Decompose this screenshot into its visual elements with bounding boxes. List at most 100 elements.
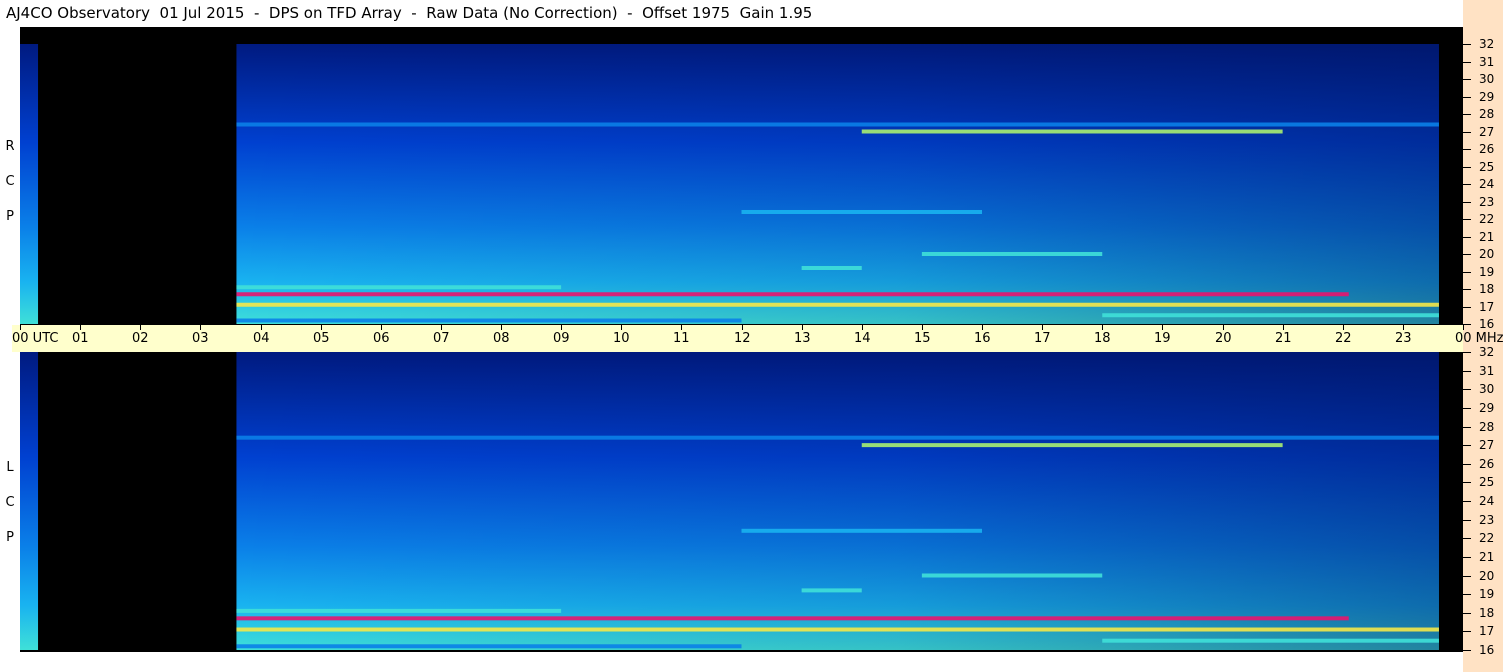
utc-tick-label: 15 — [914, 331, 931, 346]
rcp-spectrogram-plot — [20, 27, 1463, 325]
frequency-tick-mark — [1463, 272, 1471, 273]
utc-tick-mark — [80, 325, 81, 330]
frequency-tick-label: 31 — [1479, 364, 1495, 378]
frequency-tick-mark — [1463, 501, 1471, 502]
frequency-tick-label: 20 — [1479, 569, 1495, 583]
utc-tick-label: 17 — [1034, 331, 1051, 346]
frequency-tick-mark — [1463, 538, 1471, 539]
utc-tick-mark — [381, 325, 382, 330]
frequency-tick-mark — [1463, 464, 1471, 465]
frequency-tick-mark — [1463, 167, 1471, 168]
utc-tick-label: 10 — [613, 331, 630, 346]
utc-tick-label: 09 — [553, 331, 570, 346]
frequency-tick-label: 19 — [1479, 587, 1495, 601]
utc-tick-label: 00 MHz — [1455, 331, 1503, 346]
frequency-tick-mark — [1463, 79, 1471, 80]
frequency-tick-label: 29 — [1479, 401, 1495, 415]
utc-tick-mark — [1283, 325, 1284, 330]
frequency-tick-label: 28 — [1479, 107, 1495, 121]
utc-tick-mark — [501, 325, 502, 330]
utc-tick-mark — [922, 325, 923, 330]
utc-tick-label: 12 — [734, 331, 751, 346]
frequency-tick-mark — [1463, 594, 1471, 595]
emission-band — [741, 210, 982, 214]
utc-tick-mark — [1162, 325, 1163, 330]
lcp-spectrogram — [20, 352, 1463, 652]
early-signal-strip — [20, 44, 39, 324]
utc-tick-label: 20 — [1215, 331, 1232, 346]
utc-tick-mark — [982, 325, 983, 330]
emission-band — [1102, 638, 1439, 643]
lcp-letter-1: L — [6, 460, 14, 475]
lcp-label-sidebar: L C P — [0, 352, 20, 672]
emission-band — [236, 435, 1439, 440]
utc-tick-label: 00 UTC — [12, 331, 59, 346]
frequency-tick-label: 30 — [1479, 72, 1495, 86]
frequency-tick-mark — [1463, 650, 1471, 651]
emission-band — [741, 528, 982, 533]
lcp-spectrogram-plot — [20, 352, 1463, 652]
utc-tick-mark — [1403, 325, 1404, 330]
utc-tick-label: 11 — [673, 331, 690, 346]
frequency-tick-mark — [1463, 132, 1471, 133]
frequency-tick-mark — [1463, 371, 1471, 372]
utc-tick-mark — [261, 325, 262, 330]
emission-band — [1102, 313, 1439, 318]
emission-band — [236, 292, 1349, 297]
frequency-tick-label: 27 — [1479, 125, 1495, 139]
emission-band — [236, 616, 1349, 621]
utc-tick-label: 22 — [1335, 331, 1352, 346]
frequency-tick-label: 21 — [1479, 230, 1495, 244]
emission-band — [236, 285, 562, 290]
utc-tick-mark — [1463, 325, 1464, 330]
emission-band — [861, 443, 1283, 448]
utc-tick-mark — [441, 325, 442, 330]
emission-band — [801, 266, 862, 270]
frequency-tick-mark — [1463, 254, 1471, 255]
frequency-tick-label: 28 — [1479, 420, 1495, 434]
utc-tick-mark — [140, 325, 141, 330]
emission-band — [236, 302, 1439, 307]
utc-tick-label: 19 — [1154, 331, 1171, 346]
frequency-tick-mark — [1463, 202, 1471, 203]
emission-band — [861, 129, 1283, 134]
emission-band — [801, 588, 862, 593]
page-title: AJ4CO Observatory 01 Jul 2015 - DPS on T… — [6, 4, 813, 22]
frequency-tick-mark — [1463, 97, 1471, 98]
frequency-tick-label: 24 — [1479, 494, 1495, 508]
frequency-tick-mark — [1463, 408, 1471, 409]
utc-tick-label: 05 — [313, 331, 330, 346]
utc-tick-mark — [1223, 325, 1224, 330]
frequency-tick-mark — [1463, 576, 1471, 577]
utc-tick-mark — [200, 325, 201, 330]
utc-tick-label: 16 — [974, 331, 991, 346]
utc-tick-mark — [862, 325, 863, 330]
frequency-tick-mark — [1463, 62, 1471, 63]
lcp-letter-2: C — [5, 495, 15, 510]
emission-band — [236, 644, 742, 649]
frequency-tick-mark — [1463, 44, 1471, 45]
frequency-tick-label: 24 — [1479, 177, 1495, 191]
frequency-tick-mark — [1463, 557, 1471, 558]
lcp-polarization-label: L C P — [2, 450, 18, 555]
emission-band — [236, 122, 1439, 127]
frequency-tick-mark — [1463, 219, 1471, 220]
frequency-tick-mark — [1463, 324, 1471, 325]
utc-tick-label: 03 — [192, 331, 209, 346]
frequency-tick-label: 26 — [1479, 457, 1495, 471]
frequency-tick-label: 19 — [1479, 265, 1495, 279]
utc-tick-label: 14 — [854, 331, 871, 346]
utc-tick-label: 01 — [72, 331, 89, 346]
frequency-tick-label: 29 — [1479, 90, 1495, 104]
lcp-letter-3: P — [6, 530, 14, 545]
frequency-tick-label: 18 — [1479, 606, 1495, 620]
utc-tick-label: 18 — [1094, 331, 1111, 346]
frequency-tick-mark — [1463, 307, 1471, 308]
emission-band — [236, 318, 742, 323]
frequency-tick-label: 32 — [1479, 345, 1495, 359]
utc-tick-mark — [681, 325, 682, 330]
frequency-tick-label: 27 — [1479, 438, 1495, 452]
utc-tick-mark — [321, 325, 322, 330]
utc-tick-label: 02 — [132, 331, 149, 346]
frequency-tick-label: 25 — [1479, 160, 1495, 174]
